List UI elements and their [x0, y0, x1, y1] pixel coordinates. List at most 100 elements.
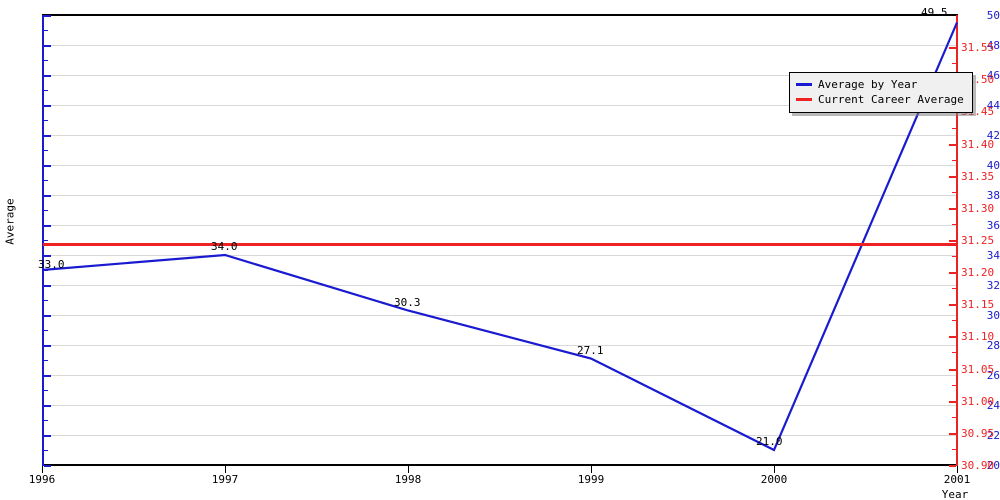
y-tick-right [949, 369, 956, 371]
y-tick-label-right: 31.05 [961, 363, 995, 376]
y-tick-left [44, 105, 51, 107]
y-tick-right [949, 336, 956, 338]
y-tick-left [44, 75, 51, 77]
x-tick [225, 466, 226, 473]
y-tick-label-right: 31.30 [961, 202, 995, 215]
y-tick-label-left: 34 [986, 249, 1000, 262]
y-tick-label-right: 31.55 [961, 41, 995, 54]
y-tick-left-minor [44, 390, 48, 391]
y-tick-label-right: 30.95 [961, 427, 995, 440]
y-tick-right [949, 240, 956, 242]
y-tick-left-minor [44, 420, 48, 421]
gridline [42, 315, 957, 316]
x-tick-label: 2001 [943, 473, 971, 486]
x-axis-title: Year [941, 488, 969, 500]
data-point-label: 30.3 [394, 296, 421, 309]
y-tick-left-minor [44, 150, 48, 151]
axis-top-spine [42, 14, 958, 16]
gridline [42, 135, 957, 136]
y-tick-left-minor [44, 210, 48, 211]
y-tick-left [44, 315, 51, 317]
y-tick-right [949, 304, 956, 306]
gridline [42, 45, 957, 46]
y-tick-label-right: 31.40 [961, 138, 995, 151]
y-tick-right-minor [952, 160, 956, 161]
y-tick-left [44, 195, 51, 197]
legend[interactable]: Average by Year Current Career Average [789, 72, 973, 113]
y-tick-right-minor [952, 256, 956, 257]
x-tick-label: 1998 [394, 473, 422, 486]
y-tick-right-minor [952, 192, 956, 193]
y-tick-right [949, 465, 956, 467]
y-tick-left-minor [44, 30, 48, 31]
gridline [42, 375, 957, 376]
gridline [42, 195, 957, 196]
y-tick-left [44, 135, 51, 137]
y-tick-right-minor [952, 128, 956, 129]
gridline [42, 405, 957, 406]
y-tick-right-minor [952, 288, 956, 289]
y-tick-right-minor [952, 385, 956, 386]
y-tick-left [44, 435, 51, 437]
y-tick-label-left: 50 [986, 9, 1000, 22]
legend-swatch-red [796, 98, 812, 101]
x-tick-label: 2000 [760, 473, 788, 486]
x-tick [408, 466, 409, 473]
legend-label-average-by-year: Average by Year [818, 78, 918, 91]
y-tick-left [44, 45, 51, 47]
y-tick-label-right: 31.35 [961, 170, 995, 183]
gridline [42, 345, 957, 346]
data-point-label: 49.5 [921, 6, 948, 19]
y-tick-label-right: 31.15 [961, 298, 995, 311]
gridline [42, 225, 957, 226]
y-tick-label-left: 36 [986, 219, 1000, 232]
y-tick-left [44, 375, 51, 377]
data-point-label: 27.1 [577, 344, 604, 357]
y-tick-left [44, 165, 51, 167]
y-tick-left [44, 225, 51, 227]
y-tick-label-right: 31.25 [961, 234, 995, 247]
x-tick [591, 466, 592, 473]
legend-item-average-by-year[interactable]: Average by Year [796, 77, 964, 92]
y-tick-right [949, 47, 956, 49]
y-tick-left-minor [44, 180, 48, 181]
x-tick-label: 1996 [28, 473, 56, 486]
y-tick-label-right: 31.10 [961, 330, 995, 343]
gridline [42, 165, 957, 166]
gridline [42, 435, 957, 436]
x-tick [774, 466, 775, 473]
y-tick-left-minor [44, 300, 48, 301]
y-tick-right [949, 433, 956, 435]
line-chart: 50 48 46 44 42 40 38 36 34 32 30 28 26 24 22 20 31.55 31… [0, 0, 1000, 500]
y-tick-right-minor [952, 417, 956, 418]
x-tick [957, 466, 958, 473]
y-tick-right-minor [952, 63, 956, 64]
y-tick-right-minor [952, 224, 956, 225]
legend-item-career-average[interactable]: Current Career Average [796, 92, 964, 107]
legend-label-career-average: Current Career Average [818, 93, 964, 106]
y-tick-right [949, 272, 956, 274]
y-tick-right-minor [952, 449, 956, 450]
y-tick-label-left: 32 [986, 279, 1000, 292]
y-tick-right [949, 144, 956, 146]
legend-swatch-blue [796, 83, 812, 86]
y-tick-label-left: 30 [986, 309, 1000, 322]
y-tick-left-minor [44, 90, 48, 91]
y-tick-left-minor [44, 240, 48, 241]
y-tick-label-left: 38 [986, 189, 1000, 202]
data-point-label: 21.0 [756, 435, 783, 448]
data-point-label: 34.0 [211, 240, 238, 253]
x-tick-label: 1999 [577, 473, 605, 486]
y-tick-label-right: 31.00 [961, 395, 995, 408]
y-tick-right-minor [952, 320, 956, 321]
y-tick-label-right: 30.90 [961, 459, 995, 472]
data-point-label: 33.0 [38, 258, 65, 271]
axis-bottom-spine [42, 464, 958, 466]
y-tick-left [44, 285, 51, 287]
y-tick-left [44, 15, 51, 17]
y-tick-right [949, 208, 956, 210]
y-tick-left-minor [44, 60, 48, 61]
y-tick-left [44, 255, 51, 257]
gridline [42, 285, 957, 286]
y-tick-right [949, 401, 956, 403]
